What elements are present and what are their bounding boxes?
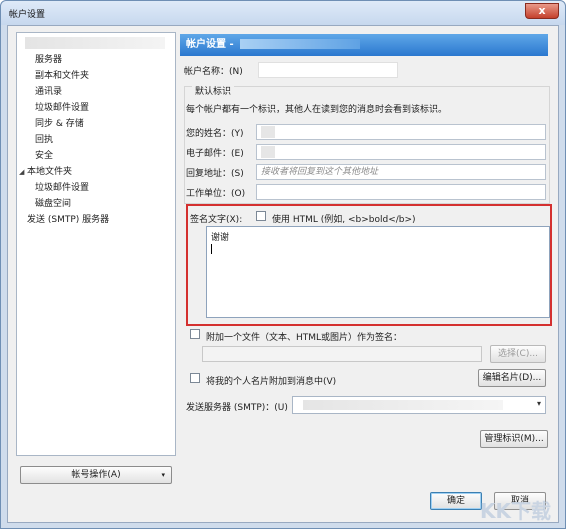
account-node-redacted[interactable] <box>25 37 165 49</box>
account-settings-window: 帐户设置 x 服务器 副本和文件夹 通讯录 垃圾邮件设置 同步 & 存储 回执 … <box>0 0 566 529</box>
default-identity-legend: 默认标识 <box>192 84 235 97</box>
tree-item-sync-storage[interactable]: 同步 & 存储 <box>35 117 84 131</box>
title-bar[interactable]: 帐户设置 x <box>1 1 565 25</box>
reply-to-label: 回复地址：(S) <box>186 169 244 179</box>
redacted-smtp <box>303 400 503 410</box>
chevron-down-icon: ▾ <box>536 399 541 408</box>
use-html-checkbox[interactable] <box>256 211 266 221</box>
collapse-arrow-icon[interactable]: ◢ <box>19 165 27 179</box>
text-caret <box>211 244 212 254</box>
your-name-input[interactable] <box>256 124 546 140</box>
tree-item-junk-settings[interactable]: 垃圾邮件设置 <box>35 101 89 115</box>
account-actions-button[interactable]: 帐号操作(A) ▾ <box>20 466 172 484</box>
email-label: 电子邮件：(E) <box>186 149 244 159</box>
attach-vcard-checkbox[interactable] <box>190 373 200 383</box>
close-button[interactable]: x <box>525 3 559 19</box>
redacted-block <box>261 125 275 138</box>
tree-item-server[interactable]: 服务器 <box>35 53 62 67</box>
signature-file-path <box>202 346 482 362</box>
account-tree[interactable]: 服务器 副本和文件夹 通讯录 垃圾邮件设置 同步 & 存储 回执 安全 ◢ 本地文… <box>16 32 176 456</box>
identity-description: 每个帐户都有一个标识，其他人在读到您的消息时会看到该标识。 <box>186 105 448 115</box>
tree-item-receipts[interactable]: 回执 <box>35 133 53 147</box>
panel-header: 帐户设置 - <box>180 34 548 56</box>
attach-file-checkbox[interactable] <box>190 329 200 339</box>
organization-label: 工作单位：(O) <box>186 189 246 199</box>
dropdown-caret-icon: ▾ <box>161 471 165 479</box>
tree-item-local-junk-settings[interactable]: 垃圾邮件设置 <box>35 181 89 195</box>
attach-vcard-label[interactable]: 将我的个人名片附加到消息中(V) <box>206 374 336 387</box>
tree-item-address-book[interactable]: 通讯录 <box>35 85 62 99</box>
your-name-label: 您的姓名：(Y) <box>186 129 244 139</box>
email-input[interactable] <box>256 144 546 160</box>
signature-textarea[interactable]: 谢谢 <box>206 226 550 318</box>
close-icon: x <box>538 4 546 17</box>
reply-to-input[interactable]: 接收者将回复到这个其他地址 <box>256 164 546 180</box>
window-title: 帐户设置 <box>9 10 46 20</box>
signature-label: 签名文字(X): <box>190 215 243 225</box>
tree-item-disk-space[interactable]: 磁盘空间 <box>35 197 71 211</box>
ok-button[interactable]: 确定 <box>430 492 482 510</box>
organization-input[interactable] <box>256 184 546 200</box>
manage-identities-button[interactable]: 管理标识(M)... <box>480 430 548 448</box>
panel-title: 帐户设置 - <box>186 39 234 50</box>
account-name-label: 帐户名称：(N) <box>184 67 243 77</box>
tree-item-local-folders[interactable]: ◢ 本地文件夹 <box>19 165 72 179</box>
account-name-input[interactable] <box>258 62 398 78</box>
tree-item-copies-folders[interactable]: 副本和文件夹 <box>35 69 89 83</box>
redacted-account-name <box>239 39 360 49</box>
use-html-label[interactable]: 使用 HTML (例如, <b>bold</b>) <box>272 212 416 225</box>
smtp-label: 发送服务器 (SMTP)：(U) <box>186 403 288 413</box>
tree-item-security[interactable]: 安全 <box>35 149 53 163</box>
smtp-select[interactable]: ▾ <box>292 396 546 414</box>
attach-file-label[interactable]: 附加一个文件（文本、HTML或图片）作为签名： <box>206 330 402 343</box>
signature-text: 谢谢 <box>211 233 230 243</box>
tree-item-smtp-server[interactable]: 发送 (SMTP) 服务器 <box>27 213 109 227</box>
choose-file-button[interactable]: 选择(C)... <box>490 345 546 363</box>
watermark-logo: KK下载 <box>480 499 551 523</box>
edit-card-button[interactable]: 编辑名片(D)... <box>478 369 546 387</box>
dialog-client: 服务器 副本和文件夹 通讯录 垃圾邮件设置 同步 & 存储 回执 安全 ◢ 本地文… <box>7 25 559 523</box>
redacted-block <box>261 145 275 158</box>
